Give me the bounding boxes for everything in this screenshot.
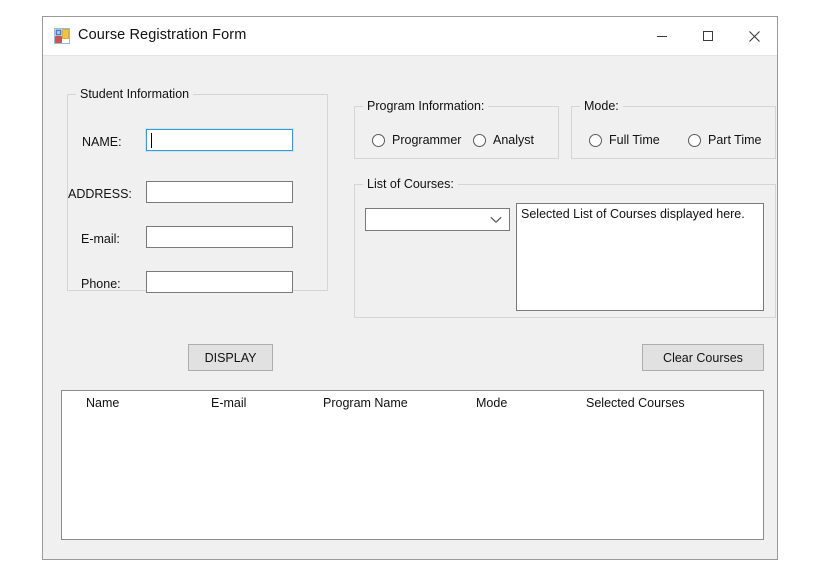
results-grid[interactable]: Name E-mail Program Name Mode Selected C… xyxy=(61,390,764,540)
display-button[interactable]: DISPLAY xyxy=(188,344,273,371)
email-label: E-mail: xyxy=(81,232,120,246)
address-input[interactable] xyxy=(146,181,293,203)
window-title: Course Registration Form xyxy=(78,27,247,43)
clear-courses-button[interactable]: Clear Courses xyxy=(642,344,764,371)
phone-label: Phone: xyxy=(81,277,121,291)
grid-column-mode: Mode xyxy=(476,396,508,410)
name-input[interactable] xyxy=(146,129,293,151)
radio-analyst-label: Analyst xyxy=(493,133,534,147)
radio-part-time[interactable]: Part Time xyxy=(688,133,762,147)
grid-column-selected-courses: Selected Courses xyxy=(586,396,685,410)
radio-full-time-label: Full Time xyxy=(609,133,660,147)
student-information-legend: Student Information xyxy=(76,87,194,101)
program-information-legend: Program Information: xyxy=(363,99,489,113)
results-grid-header: Name E-mail Program Name Mode Selected C… xyxy=(62,391,763,413)
radio-programmer[interactable]: Programmer xyxy=(372,133,461,147)
form-client-area: Student Information NAME: ADDRESS: E-mai… xyxy=(43,56,777,559)
name-label: NAME: xyxy=(82,135,122,149)
maximize-button[interactable] xyxy=(685,17,731,55)
screenshot-root: Course Registration Form Student Informa… xyxy=(0,0,822,577)
close-button[interactable] xyxy=(731,17,777,55)
list-of-courses-legend: List of Courses: xyxy=(363,177,458,191)
text-caret xyxy=(151,133,152,148)
address-label: ADDRESS: xyxy=(68,187,132,201)
maximize-icon xyxy=(702,30,714,42)
selected-courses-text: Selected List of Courses displayed here. xyxy=(521,207,745,221)
winforms-designer-icon xyxy=(54,28,70,44)
radio-analyst[interactable]: Analyst xyxy=(473,133,534,147)
course-registration-window: Course Registration Form Student Informa… xyxy=(42,16,778,560)
radio-button-icon xyxy=(473,133,486,147)
phone-input[interactable] xyxy=(146,271,293,293)
window-controls xyxy=(639,17,777,55)
grid-column-name: Name xyxy=(86,396,120,410)
radio-programmer-label: Programmer xyxy=(392,133,462,147)
radio-part-time-label: Part Time xyxy=(708,133,762,147)
email-input[interactable] xyxy=(146,226,293,248)
radio-full-time[interactable]: Full Time xyxy=(589,133,660,147)
radio-button-icon xyxy=(372,133,385,147)
selected-courses-textbox[interactable]: Selected List of Courses displayed here. xyxy=(516,203,764,311)
title-bar: Course Registration Form xyxy=(43,17,777,56)
grid-column-email: E-mail xyxy=(211,396,247,410)
close-icon xyxy=(748,30,761,43)
radio-button-icon xyxy=(589,133,602,147)
minimize-icon xyxy=(656,30,668,42)
minimize-button[interactable] xyxy=(639,17,685,55)
course-dropdown[interactable] xyxy=(365,208,510,231)
chevron-down-icon xyxy=(488,212,504,228)
grid-column-program-name: Program Name xyxy=(323,396,408,410)
mode-legend: Mode: xyxy=(580,99,623,113)
radio-button-icon xyxy=(688,133,701,147)
